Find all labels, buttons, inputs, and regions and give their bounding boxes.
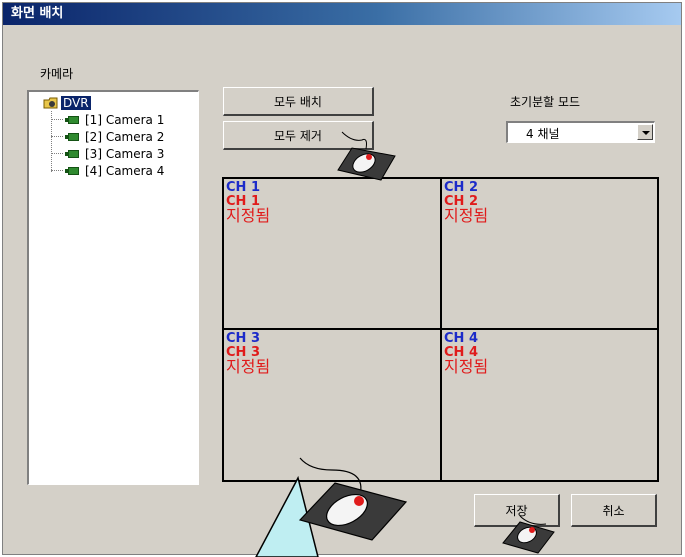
screen-layout-dialog: 화면 배치 카메라 DVR [1] Camera 1 [2] Camera 2 (2, 2, 682, 555)
assigned-status: 지정됨 (444, 206, 489, 225)
camera-icon (65, 132, 81, 142)
assigned-status: 지정됨 (226, 206, 271, 225)
tree-item-label: [3] Camera 3 (85, 146, 165, 161)
split-mode-select[interactable]: 4 채널 (506, 121, 655, 143)
channel-cell-2[interactable]: CH 2 CH 2 지정됨 (442, 179, 657, 328)
split-mode-label: 초기분할 모드 (510, 95, 581, 109)
save-button[interactable]: 저장 (474, 494, 560, 527)
camera-icon (65, 115, 81, 125)
camera-icon (65, 166, 81, 176)
channel-label: CH 4 (444, 331, 478, 346)
grid-divider-horizontal (224, 328, 657, 330)
camera-tree[interactable]: DVR [1] Camera 1 [2] Camera 2 [3] Camera… (27, 90, 199, 485)
assigned-status: 지정됨 (226, 357, 271, 376)
place-all-button[interactable]: 모두 배치 (223, 87, 374, 116)
remove-all-button[interactable]: 모두 제거 (223, 121, 374, 150)
tree-root-label: DVR (61, 96, 91, 110)
chevron-down-icon[interactable] (637, 124, 653, 140)
tree-item-label: [4] Camera 4 (85, 163, 165, 178)
tree-item-label: [2] Camera 2 (85, 129, 165, 144)
camera-group-label: 카메라 (40, 67, 74, 81)
channel-cell-3[interactable]: CH 3 CH 3 지정됨 (224, 330, 440, 480)
channel-layout-grid: CH 1 CH 1 지정됨 CH 2 CH 2 지정됨 CH 3 CH 3 지정… (222, 177, 659, 482)
tree-item-label: [1] Camera 1 (85, 112, 165, 127)
channel-label: CH 1 (226, 180, 260, 195)
channel-cell-4[interactable]: CH 4 CH 4 지정됨 (442, 330, 657, 480)
window-title: 화면 배치 (3, 3, 681, 25)
tree-root-dvr[interactable]: DVR (43, 95, 91, 111)
dvr-folder-icon (43, 96, 59, 110)
camera-icon (65, 149, 81, 159)
tree-item-camera-2[interactable]: [2] Camera 2 (51, 128, 164, 145)
split-mode-value: 4 채널 (526, 127, 560, 141)
assigned-status: 지정됨 (444, 357, 489, 376)
channel-label: CH 3 (226, 331, 260, 346)
tree-item-camera-1[interactable]: [1] Camera 1 (51, 111, 164, 128)
channel-cell-1[interactable]: CH 1 CH 1 지정됨 (224, 179, 440, 328)
tree-item-camera-4[interactable]: [4] Camera 4 (51, 162, 164, 179)
tree-item-camera-3[interactable]: [3] Camera 3 (51, 145, 164, 162)
cancel-button[interactable]: 취소 (571, 494, 657, 527)
channel-label: CH 2 (444, 180, 478, 195)
